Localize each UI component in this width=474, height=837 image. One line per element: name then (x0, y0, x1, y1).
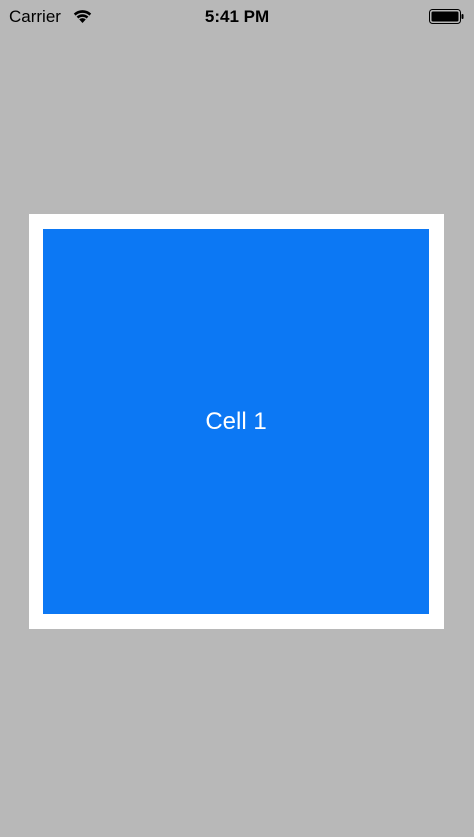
cell-label: Cell 1 (205, 407, 267, 435)
status-time: 5:41 PM (204, 7, 270, 26)
cell-content[interactable]: Cell 1 (43, 229, 429, 614)
status-bar: Carrier 5:41 PM (0, 0, 474, 34)
battery-full-icon (429, 9, 464, 24)
collection-cell[interactable]: Cell 1 (29, 214, 444, 629)
collection-view[interactable]: Cell 1 (0, 34, 474, 837)
